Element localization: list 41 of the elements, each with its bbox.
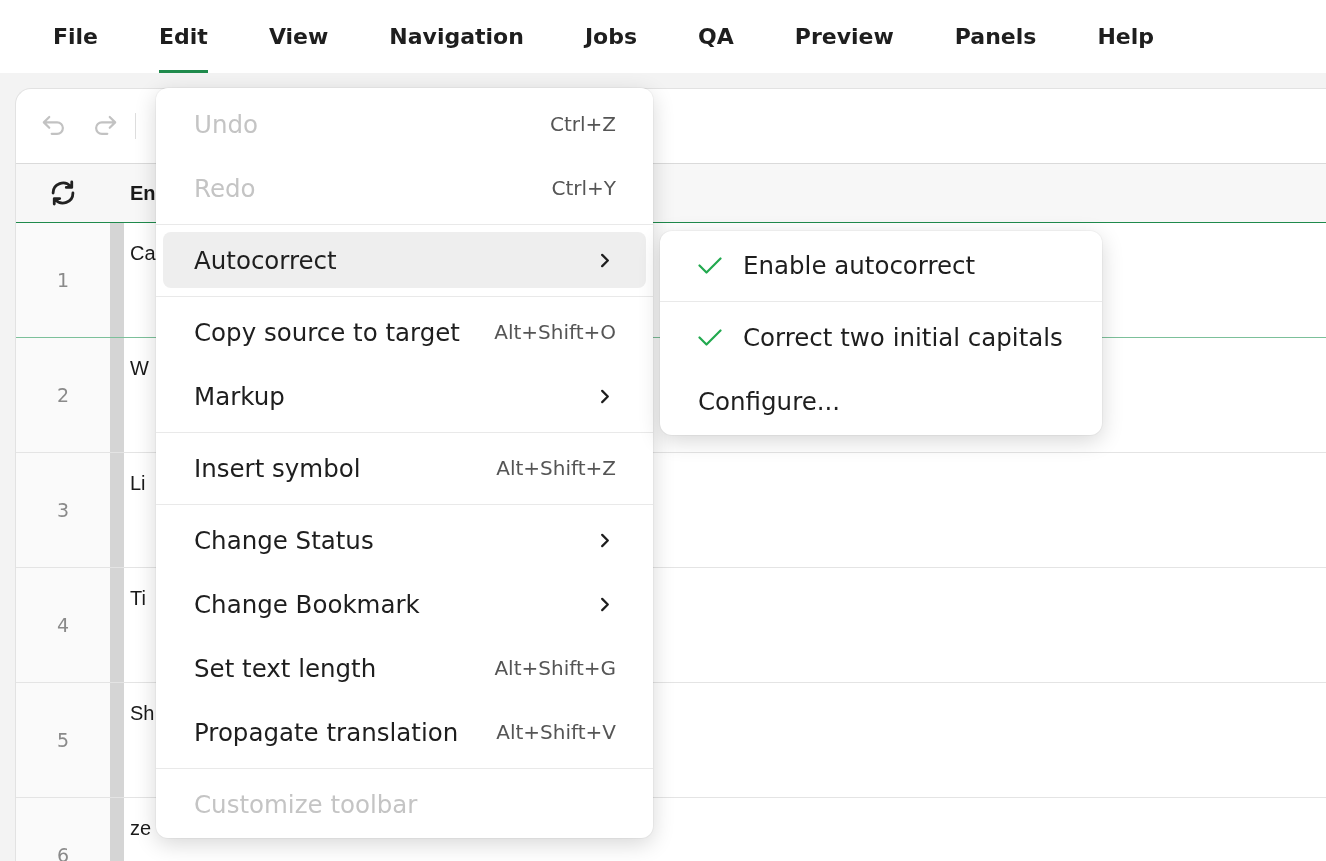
menu-bar-item[interactable]: QA [698, 0, 734, 73]
table-cell: Sh [130, 702, 155, 724]
menu-item[interactable]: Change Status [163, 512, 646, 568]
shortcut-text: Alt+Shift+V [495, 720, 616, 744]
shortcut-text: Ctrl+Z [548, 112, 616, 136]
menu-bar-item[interactable]: Panels [954, 0, 1037, 73]
menu-item[interactable]: Autocorrect [163, 232, 646, 288]
row-number: 2 [16, 338, 110, 452]
table-cell: ze [130, 817, 152, 839]
menu-item[interactable]: Correct two initial capitals [660, 305, 1102, 369]
table-cell: W [130, 357, 149, 379]
table-cell: Ti [130, 587, 146, 609]
menu-item[interactable]: Change Bookmark [163, 576, 646, 632]
chevron-right-icon [600, 532, 610, 548]
menu-item[interactable]: Configure... [660, 369, 1102, 433]
chevron-right-icon [600, 596, 610, 612]
menu-bar-item[interactable]: Navigation [389, 0, 524, 73]
chevron-right-icon [600, 388, 610, 404]
shortcut-text: Alt+Shift+Z [495, 456, 616, 480]
table-cell: Li [130, 472, 146, 494]
menu-item[interactable]: Propagate translation Alt+Shift+V [163, 704, 646, 760]
row-number: 3 [16, 453, 110, 567]
row-number: 1 [16, 223, 110, 337]
menu-bar-item[interactable]: Edit [159, 0, 208, 73]
menu-item[interactable]: Markup [163, 368, 646, 424]
row-number: 5 [16, 683, 110, 797]
menu-bar-item[interactable]: View [268, 0, 329, 73]
menu-item[interactable]: Enable autocorrect [660, 233, 1102, 297]
refresh-icon[interactable] [49, 179, 77, 207]
menu-bar-item[interactable]: Help [1097, 0, 1155, 73]
menu-bar-item[interactable]: Preview [794, 0, 894, 73]
chevron-right-icon [600, 252, 610, 268]
menu-bar-item[interactable]: Jobs [584, 0, 638, 73]
table-cell: Ca [130, 242, 156, 264]
shortcut-text: Alt+Shift+O [493, 320, 616, 344]
shortcut-text: Ctrl+Y [550, 176, 616, 200]
shortcut-text: Alt+Shift+G [493, 656, 616, 680]
menu-item[interactable]: Copy source to target Alt+Shift+O [163, 304, 646, 360]
menu-bar-item[interactable]: File [53, 0, 99, 73]
row-number: 4 [16, 568, 110, 682]
column-header: En [130, 181, 156, 205]
